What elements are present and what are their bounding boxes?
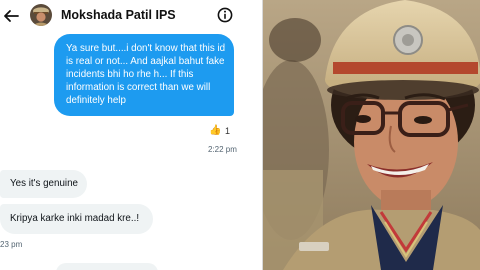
officer-photo xyxy=(263,0,480,270)
chat-header: Mokshada Patil IPS xyxy=(0,0,262,34)
incoming-message[interactable]: Yes it's genuine xyxy=(0,170,87,198)
message-timestamp: 23 pm xyxy=(0,240,23,249)
message-timestamp: 2:22 pm xyxy=(208,145,237,154)
info-circle-icon[interactable] xyxy=(217,7,233,23)
reaction-count: 1 xyxy=(225,126,231,136)
arrow-left-icon[interactable] xyxy=(3,9,19,23)
avatar[interactable] xyxy=(30,4,52,26)
outgoing-message[interactable]: Ya sure but....i don't know that this id… xyxy=(54,34,234,116)
chat-panel: Mokshada Patil IPS Ya sure but....i don'… xyxy=(0,0,262,270)
thumbs-up-icon[interactable]: 👍 xyxy=(209,124,221,138)
incoming-message[interactable]: Kripya karke inki madad kre..! xyxy=(0,204,153,234)
contact-name[interactable]: Mokshada Patil IPS xyxy=(61,8,176,22)
partial-message-bubble[interactable] xyxy=(56,263,158,270)
